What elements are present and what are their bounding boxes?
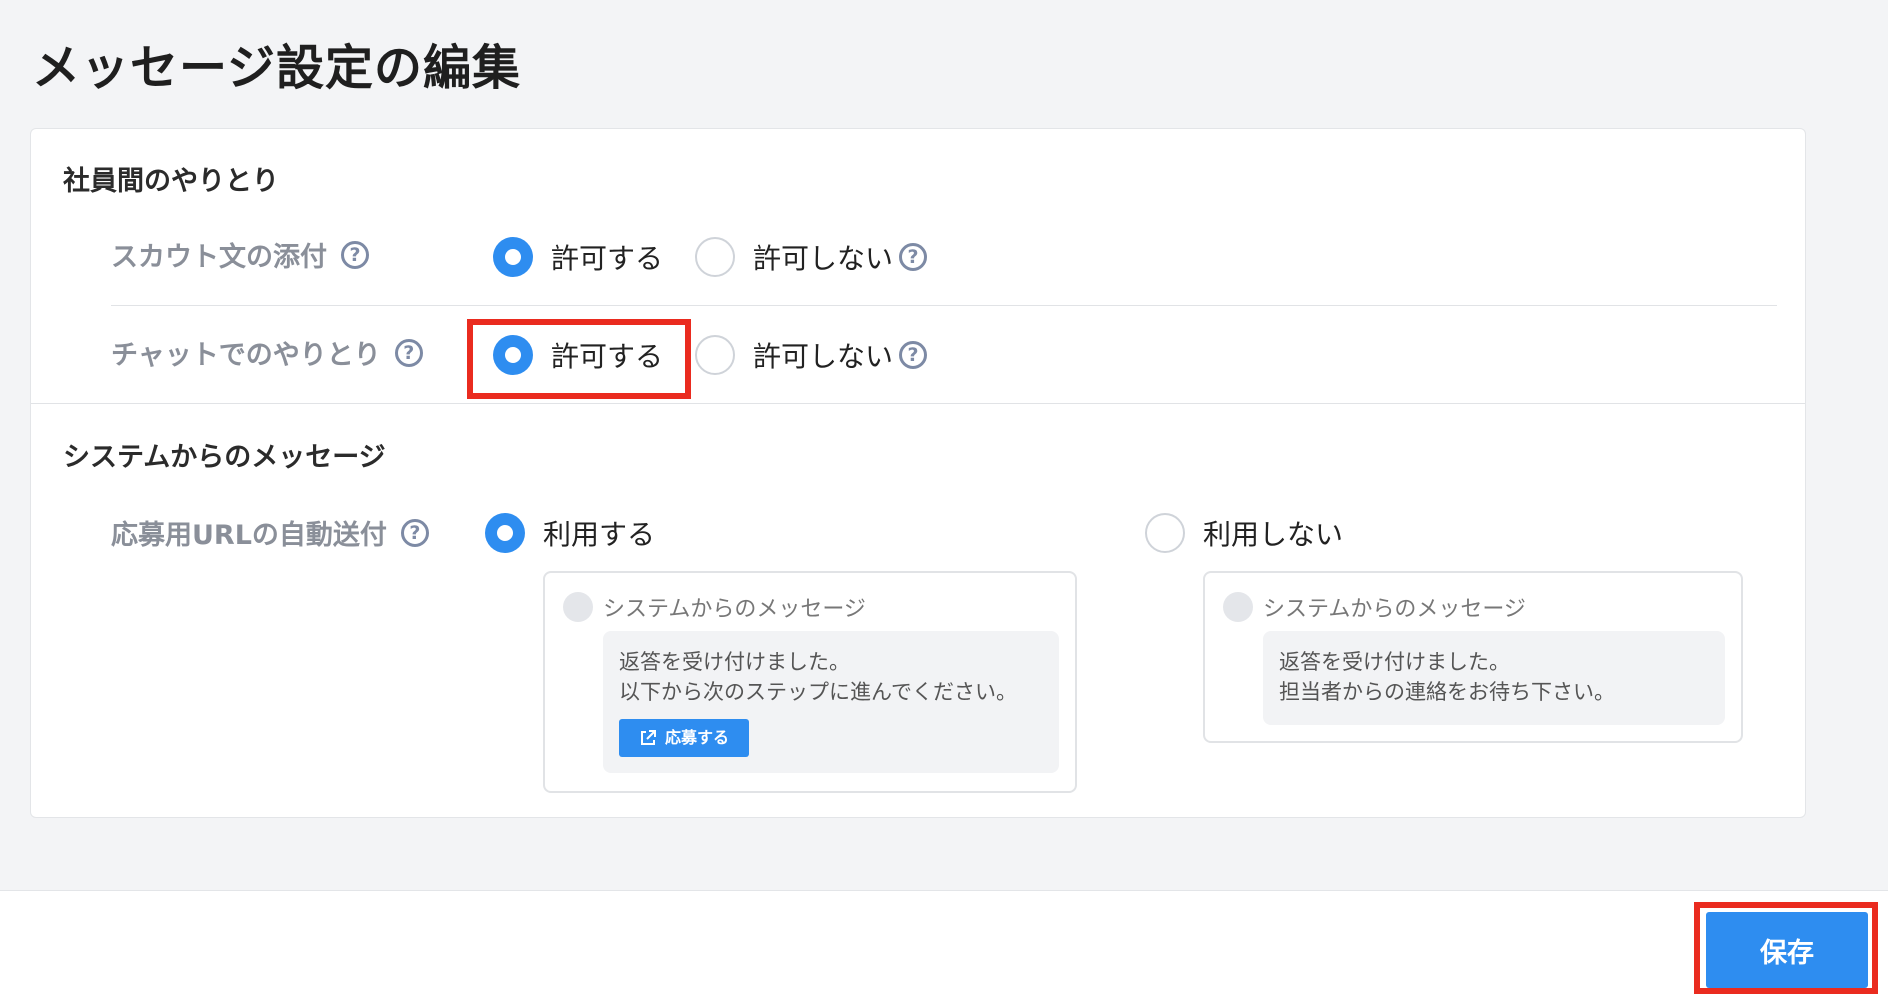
row-label-scout-attachment: スカウト文の添付 ? [111, 235, 369, 274]
radio-chat-allow[interactable]: 許可する [493, 335, 663, 375]
radio-label: 利用する [543, 518, 656, 551]
question-circle-icon[interactable]: ? [899, 243, 928, 271]
radio-scout-deny[interactable]: 許可しない ? [695, 237, 928, 277]
avatar [1223, 592, 1253, 622]
radio-checked-icon[interactable] [493, 237, 533, 277]
question-circle-icon[interactable]: ? [394, 338, 423, 367]
row-label-text: 応募用URLの自動送付 [111, 520, 387, 551]
apply-button[interactable]: 応募する [619, 719, 750, 757]
message-bubble: 返答を受け付けました。 担当者からの連絡をお待ち下さい。 [1263, 631, 1725, 725]
radio-auto-url-use[interactable]: 利用する [485, 513, 655, 553]
question-circle-icon[interactable]: ? [899, 341, 928, 369]
preview-header: システムからのメッセージ [1223, 591, 1526, 623]
preview-sender: システムからのメッセージ [603, 597, 866, 622]
radio-scout-allow[interactable]: 許可する [493, 237, 663, 277]
question-circle-icon[interactable]: ? [400, 518, 429, 547]
radio-unchecked-icon[interactable] [1145, 513, 1185, 553]
radio-checked-icon[interactable] [485, 513, 525, 553]
radio-label: 許可しない [753, 242, 894, 275]
preview-sender: システムからのメッセージ [1263, 597, 1526, 622]
radio-checked-icon[interactable] [493, 335, 533, 375]
row-label-auto-url: 応募用URLの自動送付 ? [111, 513, 429, 552]
radio-auto-url-not-use[interactable]: 利用しない [1145, 513, 1343, 553]
message-bubble: 返答を受け付けました。 以下から次のステップに進んでください。 応募する [603, 631, 1059, 773]
message-line: 返答を受け付けました。 [1279, 650, 1510, 674]
row-divider [111, 305, 1777, 306]
message-preview-not-use: システムからのメッセージ 返答を受け付けました。 担当者からの連絡をお待ち下さい… [1203, 571, 1743, 743]
row-label-chat: チャットでのやりとり ? [111, 333, 423, 372]
row-label-text: スカウト文の添付 [111, 242, 327, 273]
message-line: 返答を受け付けました。 [619, 650, 850, 674]
page-title: メッセージ設定の編集 [32, 40, 522, 96]
message-line: 担当者からの連絡をお待ち下さい。 [1279, 680, 1615, 704]
message-preview-use: システムからのメッセージ 返答を受け付けました。 以下から次のステップに進んでく… [543, 571, 1077, 793]
radio-label: 許可する [551, 242, 664, 275]
radio-chat-deny[interactable]: 許可しない ? [695, 335, 928, 375]
avatar [563, 592, 593, 622]
message-line: 以下から次のステップに進んでください。 [619, 680, 1017, 704]
section-title-system: システムからのメッセージ [63, 442, 386, 473]
section-divider [31, 403, 1805, 404]
save-button[interactable]: 保存 [1706, 912, 1868, 988]
settings-card: 社員間のやりとり スカウト文の添付 ? 許可する 許可しない ? チャットでのや… [30, 128, 1806, 818]
row-label-text: チャットでのやりとり [111, 340, 381, 371]
section-title-internal: 社員間のやりとり [63, 166, 279, 197]
apply-button-label: 応募する [665, 728, 730, 747]
radio-unchecked-icon[interactable] [695, 335, 735, 375]
footer-bar [0, 890, 1888, 999]
radio-label: 許可しない [753, 340, 894, 373]
radio-label: 許可する [551, 340, 664, 373]
external-link-icon [641, 730, 656, 745]
preview-header: システムからのメッセージ [563, 591, 866, 623]
radio-label: 利用しない [1203, 518, 1344, 551]
question-circle-icon[interactable]: ? [341, 240, 369, 269]
radio-unchecked-icon[interactable] [695, 237, 735, 277]
